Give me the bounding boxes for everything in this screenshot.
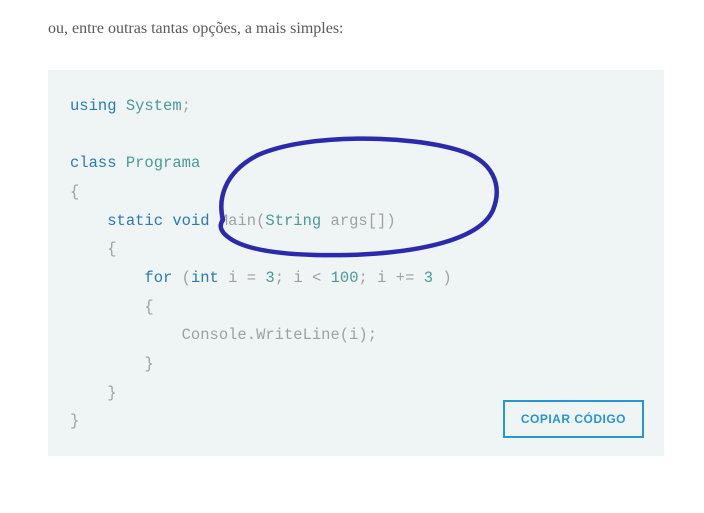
semicolon: ;	[275, 269, 284, 287]
num-3b: 3	[424, 269, 433, 287]
paren-open: (	[340, 326, 349, 344]
writeline: WriteLine	[256, 326, 340, 344]
code-block: using System; class Programa { static vo…	[48, 70, 664, 456]
keyword-class: class	[70, 154, 117, 172]
intro-text: ou, entre outras tantas opções, a mais s…	[48, 20, 664, 38]
copy-code-button[interactable]: COPIAR CÓDIGO	[503, 400, 644, 438]
keyword-static: static	[107, 212, 163, 230]
paren-open: (	[182, 269, 191, 287]
brace-close: }	[144, 355, 153, 373]
code-content: using System; class Programa { static vo…	[70, 92, 642, 436]
brace-close: }	[70, 412, 79, 430]
semicolon: ;	[359, 269, 368, 287]
paren-close: )	[386, 212, 395, 230]
type-string: String	[265, 212, 321, 230]
op-pluseq: +=	[396, 269, 415, 287]
method-main: Main	[219, 212, 256, 230]
keyword-int: int	[191, 269, 219, 287]
namespace-system: System	[126, 97, 182, 115]
paren-close: )	[442, 269, 451, 287]
keyword-for: for	[144, 269, 172, 287]
dot: .	[247, 326, 256, 344]
keyword-using: using	[70, 97, 117, 115]
keyword-void: void	[172, 212, 209, 230]
brace-open: {	[107, 240, 116, 258]
brace-open: {	[144, 298, 153, 316]
var-i: i	[293, 269, 302, 287]
var-i: i	[349, 326, 358, 344]
paren-open: (	[256, 212, 265, 230]
var-i: i	[228, 269, 237, 287]
op-lt: <	[312, 269, 321, 287]
console: Console	[182, 326, 247, 344]
brackets: []	[368, 212, 387, 230]
num-100: 100	[331, 269, 359, 287]
brace-open: {	[70, 183, 79, 201]
semicolon: ;	[182, 97, 191, 115]
op-eq: =	[247, 269, 256, 287]
brace-close: }	[107, 384, 116, 402]
semicolon: ;	[368, 326, 377, 344]
param-args: args	[331, 212, 368, 230]
var-i: i	[377, 269, 386, 287]
paren-close: )	[358, 326, 367, 344]
num-3: 3	[265, 269, 274, 287]
class-name: Programa	[126, 154, 200, 172]
